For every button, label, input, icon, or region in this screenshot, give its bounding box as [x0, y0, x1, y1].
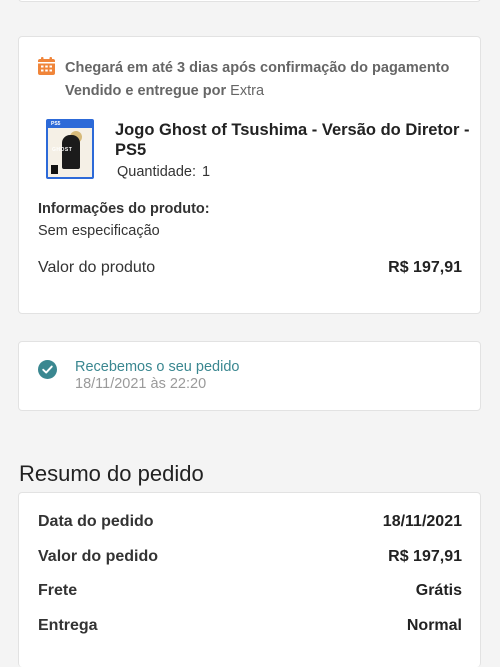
sold-by-label: Vendido e entregue por — [65, 83, 227, 99]
summary-value: Grátis — [415, 582, 462, 599]
previous-card-edge — [18, 0, 481, 2]
status-timestamp: 18/11/2021 às 22:20 — [75, 376, 207, 392]
quantity-label: Quantidade: — [117, 164, 197, 180]
summary-title: Resumo do pedido — [19, 461, 204, 486]
summary-row-order-value: Valor do pedido R$ 197,91 — [38, 548, 462, 570]
calendar-icon — [38, 57, 55, 75]
delivery-estimate: Chegará em até 3 dias após confirmação d… — [65, 60, 450, 76]
summary-label: Entrega — [38, 617, 98, 634]
summary-row-delivery: Entrega Normal — [38, 617, 462, 639]
status-text: Recebemos o seu pedido — [75, 359, 240, 375]
order-status-card: Recebemos o seu pedido 18/11/2021 às 22:… — [18, 341, 481, 411]
order-summary-card: Data do pedido 18/11/2021 Valor do pedid… — [18, 492, 481, 667]
summary-label: Data do pedido — [38, 513, 154, 530]
summary-label: Frete — [38, 582, 78, 599]
summary-row-date: Data do pedido 18/11/2021 — [38, 513, 462, 535]
seller-name: Extra — [230, 83, 265, 99]
check-circle-icon — [38, 360, 57, 379]
delivery-card: Chegará em até 3 dias após confirmação d… — [18, 36, 481, 314]
summary-label: Valor do pedido — [38, 548, 159, 565]
product-info-value: Sem especificação — [38, 223, 160, 239]
summary-value: Normal — [406, 617, 462, 634]
product-value-amount: R$ 197,91 — [388, 259, 462, 276]
quantity-value: 1 — [202, 164, 211, 180]
game-cover-thumbnail[interactable]: PS5 GHOST — [46, 119, 94, 179]
summary-value: 18/11/2021 — [382, 513, 462, 530]
product-name[interactable]: Jogo Ghost of Tsushima - Versão do Diret… — [115, 120, 475, 160]
product-quantity: Quantidade: 1 — [115, 164, 210, 180]
product-value-label: Valor do produto — [38, 259, 156, 276]
product-info-label: Informações do produto: — [38, 201, 210, 217]
summary-value: R$ 197,91 — [388, 548, 462, 565]
seller-info: Vendido e entregue por Extra — [65, 83, 264, 99]
summary-row-shipping: Frete Grátis — [38, 582, 462, 604]
